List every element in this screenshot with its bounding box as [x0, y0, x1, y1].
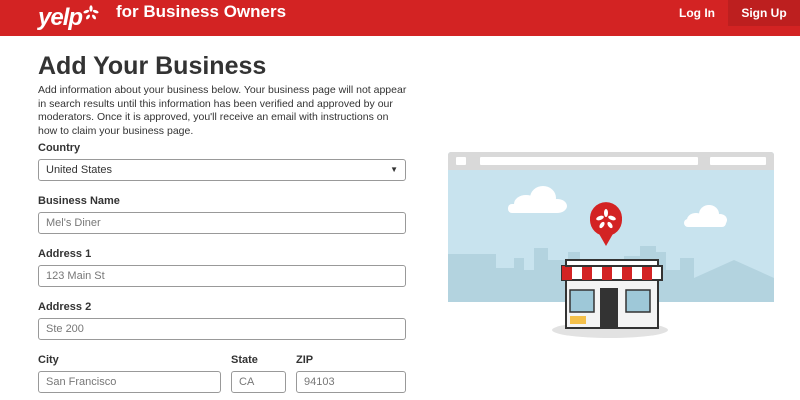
storefront-illustration	[448, 152, 774, 338]
address2-label: Address 2	[38, 301, 92, 313]
city-label: City	[38, 354, 59, 366]
business-name-field[interactable]: Mel's Diner	[38, 212, 406, 234]
login-link[interactable]: Log In	[666, 0, 728, 26]
caret-down-icon: ▼	[390, 165, 398, 174]
product-title: for Business Owners	[116, 2, 287, 21]
page-title: Add Your Business	[38, 52, 267, 80]
top-nav-bar: yelp for Business Owners Log In Sign Up	[0, 0, 800, 36]
intro-text: Add information about your business belo…	[38, 84, 407, 137]
address1-label: Address 1	[38, 248, 92, 260]
browser-address-bar	[480, 157, 698, 165]
browser-button-icon	[456, 157, 466, 165]
country-select[interactable]: United States ▼	[38, 159, 406, 181]
business-name-label: Business Name	[38, 195, 120, 207]
address1-field[interactable]: 123 Main St	[38, 265, 406, 287]
state-label: State	[231, 354, 258, 366]
signup-button[interactable]: Sign Up	[728, 0, 800, 26]
storefront-icon	[561, 259, 663, 329]
country-label: Country	[38, 142, 81, 154]
browser-search-bar	[710, 157, 766, 165]
country-value: United States	[46, 164, 113, 176]
logo-text: yelp	[38, 4, 83, 31]
state-field[interactable]: CA	[231, 371, 286, 393]
zip-field[interactable]: 94103	[296, 371, 406, 393]
yelp-logo[interactable]: yelp	[38, 1, 99, 35]
address2-field[interactable]: Ste 200	[38, 318, 406, 340]
city-field[interactable]: San Francisco	[38, 371, 221, 393]
yelp-burst-icon	[83, 5, 99, 20]
zip-label: ZIP	[296, 354, 314, 366]
